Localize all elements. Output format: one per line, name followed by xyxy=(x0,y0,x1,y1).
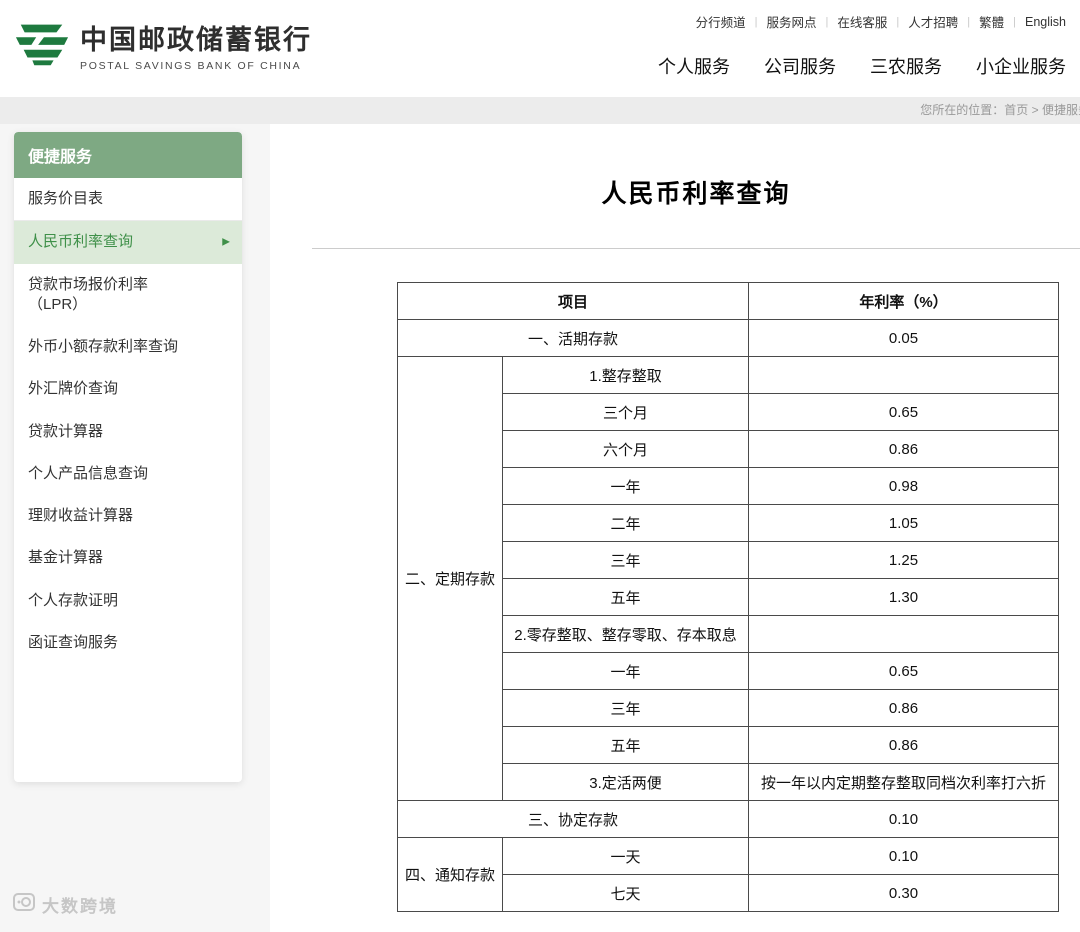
breadcrumb: 您所在的位置：首页 > 便捷服务 xyxy=(0,97,1080,124)
table-cell: 0.05 xyxy=(749,320,1059,357)
table-cell: 0.30 xyxy=(749,875,1059,912)
bank-logo-text: 中国邮政储蓄银行 POSTAL SAVINGS BANK OF CHINA xyxy=(80,18,312,72)
table-cell: 四、通知存款 xyxy=(398,838,503,912)
table-cell xyxy=(749,357,1059,394)
breadcrumb-separator: > xyxy=(1028,103,1042,117)
sidebar-item[interactable]: 理财收益计算器 xyxy=(14,495,242,537)
table-cell: 三个月 xyxy=(503,394,749,431)
table-cell: 0.98 xyxy=(749,468,1059,505)
table-cell: 1.30 xyxy=(749,579,1059,616)
table-cell: 三年 xyxy=(503,542,749,579)
table-cell: 一年 xyxy=(503,468,749,505)
breadcrumb-prefix: 您所在的位置： xyxy=(920,103,1004,117)
top-link[interactable]: 繁體 xyxy=(979,12,1004,31)
table-cell: 一、活期存款 xyxy=(398,320,749,357)
sidebar-item[interactable]: 服务价目表 xyxy=(14,178,242,221)
page-title: 人民币利率查询 xyxy=(312,174,1080,210)
table-cell: 2.零存整取、整存零取、存本取息 xyxy=(503,616,749,653)
table-cell: 三年 xyxy=(503,690,749,727)
header-right: 分行频道 | 服务网点 | 在线客服 | 人才招聘 | 繁體 | English 个人服务 公司服务 三… xyxy=(658,10,1066,79)
table-cell: 0.86 xyxy=(749,727,1059,764)
sidebar-item[interactable]: 外汇牌价查询 xyxy=(14,368,242,410)
active-arrow-icon: ▶ xyxy=(222,236,230,250)
sidebar-item[interactable]: 函证查询服务 xyxy=(14,622,242,664)
sidebar-item[interactable]: 个人存款证明 xyxy=(14,580,242,622)
bank-logo-icon xyxy=(14,20,70,71)
table-cell: 一年 xyxy=(503,653,749,690)
breadcrumb-inner: 您所在的位置：首页 > 便捷服务 xyxy=(920,97,1080,124)
table-cell: 五年 xyxy=(503,727,749,764)
bank-logo[interactable]: 中国邮政储蓄银行 POSTAL SAVINGS BANK OF CHINA xyxy=(14,18,312,72)
top-link-separator: | xyxy=(1013,16,1016,28)
site-header: 中国邮政储蓄银行 POSTAL SAVINGS BANK OF CHINA 分行… xyxy=(0,0,1080,97)
top-link-separator: | xyxy=(826,16,829,28)
top-link[interactable]: 人才招聘 xyxy=(908,12,958,31)
sidebar: 便捷服务 服务价目表人民币利率查询▶贷款市场报价利率 （LPR）外币小额存款利率… xyxy=(14,132,242,782)
page: 中国邮政储蓄银行 POSTAL SAVINGS BANK OF CHINA 分行… xyxy=(0,0,1080,932)
top-link-separator: | xyxy=(755,16,758,28)
table-cell: 五年 xyxy=(503,579,749,616)
main-nav: 个人服务 公司服务 三农服务 小企业服务 xyxy=(658,53,1066,79)
table-cell: 0.10 xyxy=(749,838,1059,875)
main-content: 人民币利率查询 项目年利率（%）一、活期存款0.05二、定期存款1.整存整取三个… xyxy=(270,124,1080,932)
table-cell: 3.定活两便 xyxy=(503,764,749,801)
table-cell: 三、协定存款 xyxy=(398,801,749,838)
bank-name-en: POSTAL SAVINGS BANK OF CHINA xyxy=(80,60,312,72)
watermark-text: 大数跨境 xyxy=(42,892,118,917)
table-cell: 一天 xyxy=(503,838,749,875)
top-link[interactable]: 分行频道 xyxy=(696,12,746,31)
sidebar-item[interactable]: 个人产品信息查询 xyxy=(14,453,242,495)
watermark-icon xyxy=(12,890,36,919)
table-cell: 二、定期存款 xyxy=(398,357,503,801)
table-row: 一、活期存款0.05 xyxy=(398,320,1059,357)
table-row: 项目年利率（%） xyxy=(398,283,1059,320)
top-link[interactable]: English xyxy=(1025,15,1066,29)
table-cell: 0.86 xyxy=(749,431,1059,468)
table-cell: 0.65 xyxy=(749,394,1059,431)
content: 便捷服务 服务价目表人民币利率查询▶贷款市场报价利率 （LPR）外币小额存款利率… xyxy=(0,124,1080,932)
table-row: 三、协定存款0.10 xyxy=(398,801,1059,838)
top-link[interactable]: 服务网点 xyxy=(767,12,817,31)
top-link-separator: | xyxy=(896,16,899,28)
sidebar-item[interactable]: 贷款计算器 xyxy=(14,411,242,453)
table-cell: 1.05 xyxy=(749,505,1059,542)
nav-item[interactable]: 公司服务 xyxy=(764,53,836,79)
rate-table: 项目年利率（%）一、活期存款0.05二、定期存款1.整存整取三个月0.65六个月… xyxy=(397,282,1059,912)
watermark: 大数跨境 xyxy=(12,890,118,919)
sidebar-item[interactable]: 基金计算器 xyxy=(14,537,242,579)
table-cell: 0.10 xyxy=(749,801,1059,838)
sidebar-column: 便捷服务 服务价目表人民币利率查询▶贷款市场报价利率 （LPR）外币小额存款利率… xyxy=(0,124,270,932)
title-divider xyxy=(312,248,1080,249)
table-row: 四、通知存款一天0.10 xyxy=(398,838,1059,875)
sidebar-list: 服务价目表人民币利率查询▶贷款市场报价利率 （LPR）外币小额存款利率查询外汇牌… xyxy=(14,178,242,664)
table-cell: 1.25 xyxy=(749,542,1059,579)
top-links: 分行频道 | 服务网点 | 在线客服 | 人才招聘 | 繁體 | English xyxy=(696,12,1066,31)
table-cell: 六个月 xyxy=(503,431,749,468)
top-link-separator: | xyxy=(967,16,970,28)
table-cell: 0.65 xyxy=(749,653,1059,690)
table-cell: 按一年以内定期整存整取同档次利率打六折 xyxy=(749,764,1059,801)
table-cell: 二年 xyxy=(503,505,749,542)
table-row: 二、定期存款1.整存整取 xyxy=(398,357,1059,394)
sidebar-title: 便捷服务 xyxy=(14,132,242,178)
sidebar-item[interactable]: 贷款市场报价利率 （LPR） xyxy=(14,264,242,327)
table-cell xyxy=(749,616,1059,653)
sidebar-item[interactable]: 人民币利率查询▶ xyxy=(14,221,242,263)
breadcrumb-home-link[interactable]: 首页 xyxy=(1004,103,1028,117)
top-link[interactable]: 在线客服 xyxy=(837,12,887,31)
table-cell: 0.86 xyxy=(749,690,1059,727)
breadcrumb-current-link[interactable]: 便捷服务 xyxy=(1042,103,1080,117)
nav-item[interactable]: 小企业服务 xyxy=(976,53,1066,79)
table-cell: 1.整存整取 xyxy=(503,357,749,394)
bank-name-cn: 中国邮政储蓄银行 xyxy=(80,18,312,57)
table-header-cell: 年利率（%） xyxy=(749,283,1059,320)
nav-item[interactable]: 三农服务 xyxy=(870,53,942,79)
sidebar-item[interactable]: 外币小额存款利率查询 xyxy=(14,326,242,368)
table-header-cell: 项目 xyxy=(398,283,749,320)
nav-item[interactable]: 个人服务 xyxy=(658,53,730,79)
table-cell: 七天 xyxy=(503,875,749,912)
